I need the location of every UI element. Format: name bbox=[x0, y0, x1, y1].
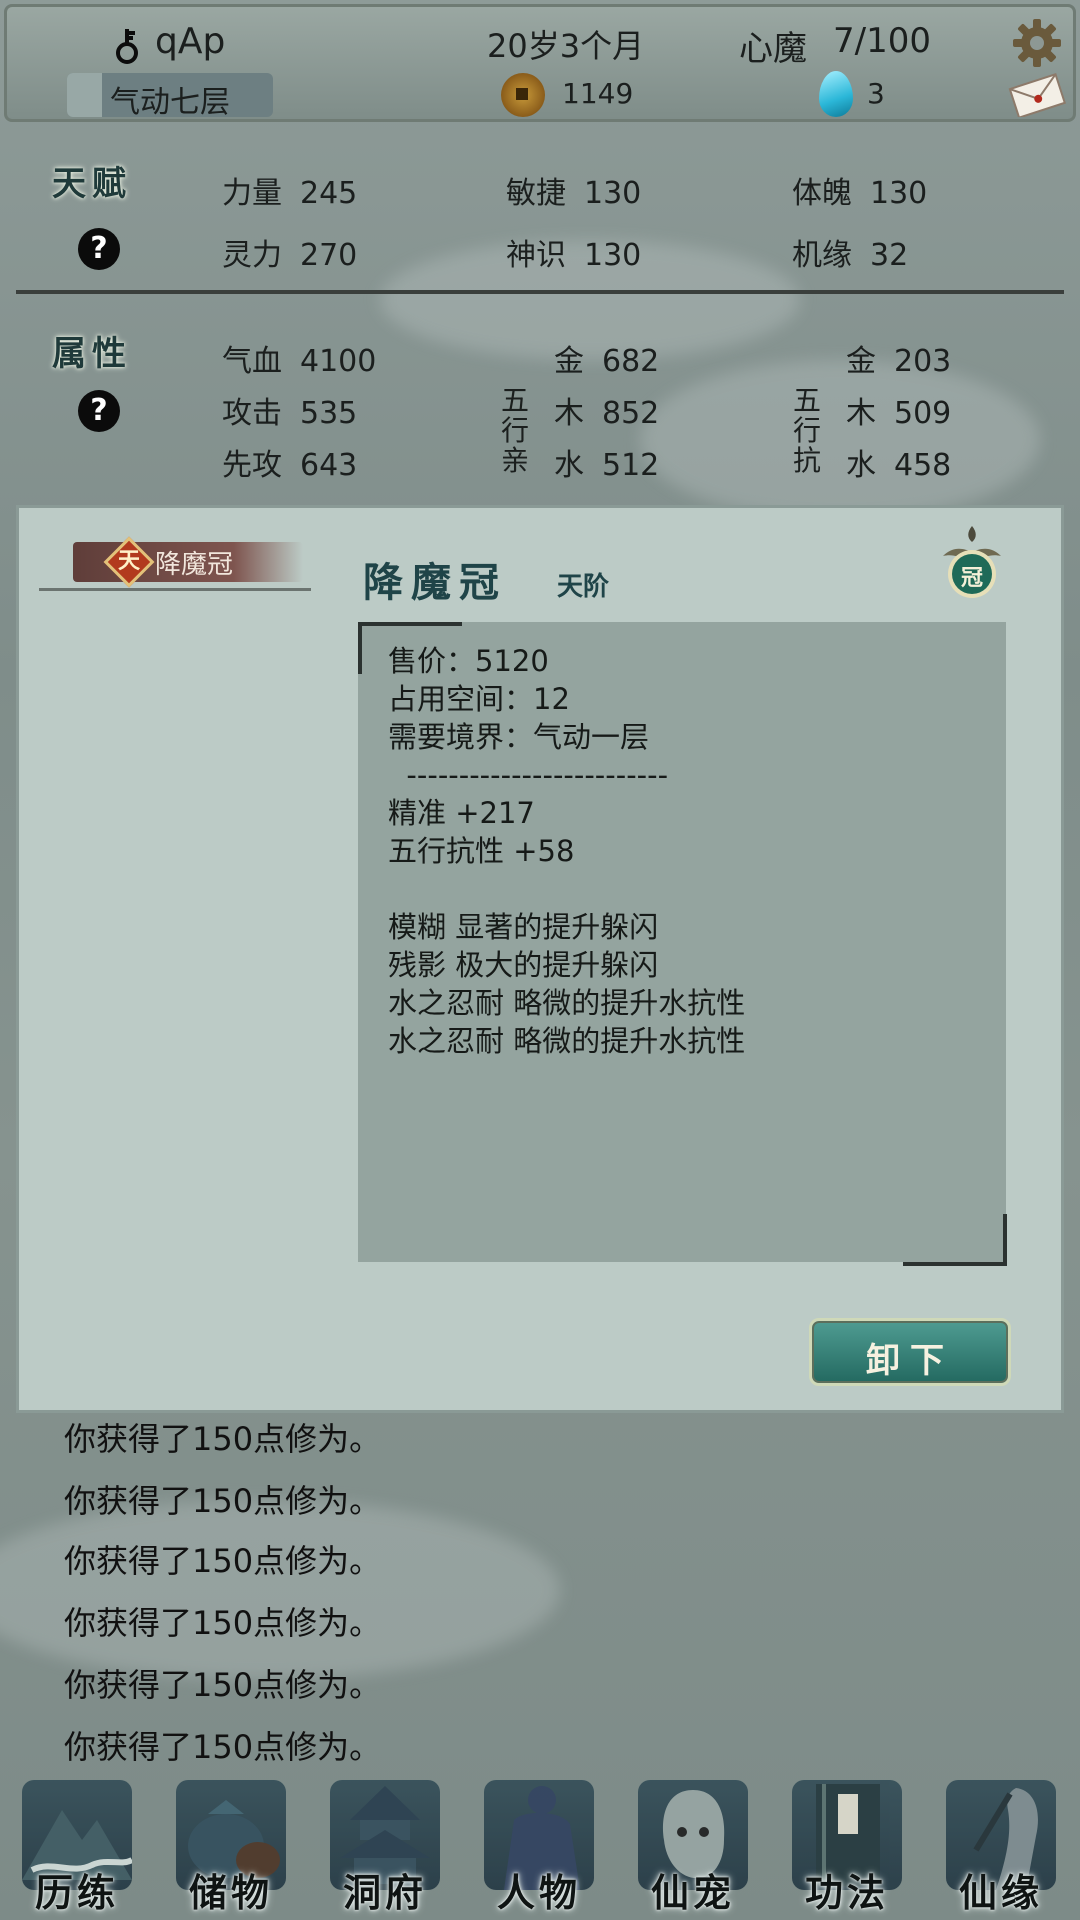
talent-stat: 力量 245 bbox=[222, 176, 358, 211]
nav-character[interactable]: 人物 bbox=[464, 1766, 614, 1920]
item-title: 降魔冠 bbox=[363, 559, 507, 606]
nav-label: 仙宠 bbox=[650, 1870, 735, 1915]
realm-progress-bar: 气动七层 bbox=[67, 73, 273, 117]
talent-stat: 敏捷 130 bbox=[506, 176, 642, 211]
section-divider bbox=[16, 290, 1064, 294]
player-name[interactable]: qAp bbox=[155, 21, 225, 62]
status-bar: qAp 气动七层 20岁3个月 1149 心魔 7/100 3 bbox=[4, 4, 1076, 122]
resist-stat: 水 458 bbox=[846, 448, 952, 483]
nav-label: 人物 bbox=[496, 1870, 581, 1915]
nav-label: 仙缘 bbox=[958, 1870, 1043, 1915]
talent-stat: 机缘 32 bbox=[792, 238, 909, 273]
description-line: 售价：5120 bbox=[388, 644, 549, 678]
heart-demon-label: 心魔 bbox=[739, 29, 807, 69]
description-line: 残影 极大的提升躲闪 bbox=[388, 948, 659, 982]
realm-label: 气动七层 bbox=[110, 85, 230, 117]
mist-decoration bbox=[640, 360, 1040, 520]
description-separator: ------------------------- bbox=[388, 758, 669, 792]
attribute-stat: 先攻 643 bbox=[222, 448, 358, 483]
item-grade: 天阶 bbox=[557, 572, 610, 602]
log-line: 你获得了150点修为。 bbox=[64, 1542, 382, 1580]
key-icon bbox=[116, 29, 138, 64]
nav-label: 历练 bbox=[34, 1870, 119, 1915]
age-label: 20岁3个月 bbox=[487, 27, 645, 65]
log-line: 你获得了150点修为。 bbox=[64, 1482, 382, 1520]
elemental-resist-label: 五行抗 bbox=[792, 384, 821, 477]
talent-stat: 灵力 270 bbox=[222, 238, 358, 273]
resist-stat: 木 509 bbox=[846, 396, 952, 431]
talent-stat: 体魄 130 bbox=[792, 176, 928, 211]
nav-cave-abode[interactable]: 洞府 bbox=[310, 1766, 460, 1920]
item-description-box: 售价：5120 占用空间：12 需要境界：气动一层 --------------… bbox=[358, 622, 1006, 1262]
slot-char: 冠 bbox=[960, 566, 983, 591]
log-line: 你获得了150点修为。 bbox=[64, 1666, 382, 1704]
log-line: 你获得了150点修为。 bbox=[64, 1604, 382, 1642]
attribute-stat: 气血 4100 bbox=[222, 344, 377, 379]
description-line: 水之忍耐 略微的提升水抗性 bbox=[388, 986, 746, 1020]
attributes-help-icon[interactable]: ? bbox=[78, 390, 120, 432]
talent-help-icon[interactable]: ? bbox=[78, 228, 120, 270]
description-blank-line bbox=[388, 870, 1006, 908]
coin-count: 1149 bbox=[562, 77, 634, 110]
tier-badge-char: 天 bbox=[117, 549, 140, 574]
heart-demon-value: 7/100 bbox=[833, 21, 931, 61]
talent-title: 天赋 bbox=[52, 164, 132, 204]
description-line: 水之忍耐 略微的提升水抗性 bbox=[388, 1024, 746, 1058]
attribute-stat: 攻击 535 bbox=[222, 396, 358, 431]
affinity-stat: 木 852 bbox=[554, 396, 660, 431]
affinity-stat: 水 512 bbox=[554, 448, 660, 483]
talent-stat: 神识 130 bbox=[506, 238, 642, 273]
unequip-button[interactable]: 卸下 bbox=[809, 1318, 1011, 1386]
description-line: 占用空间：12 bbox=[388, 682, 570, 716]
item-tab-label: 降魔冠 bbox=[155, 550, 234, 580]
coin-icon bbox=[501, 73, 545, 117]
nav-destiny[interactable]: 仙缘 bbox=[926, 1766, 1076, 1920]
attributes-title: 属性 bbox=[52, 334, 132, 374]
nav-label: 功法 bbox=[804, 1870, 889, 1915]
frame-corner bbox=[358, 622, 462, 674]
frame-corner bbox=[903, 1214, 1007, 1266]
description-line: 需要境界：气动一层 bbox=[388, 720, 650, 754]
elemental-affinity-label: 五行亲 bbox=[500, 384, 529, 477]
nav-spirit-pet[interactable]: 仙宠 bbox=[618, 1766, 768, 1920]
nav-label: 洞府 bbox=[342, 1870, 427, 1915]
helmet-slot-icon: 冠 bbox=[937, 522, 1007, 602]
mail-icon[interactable] bbox=[1007, 73, 1067, 117]
log-line: 你获得了150点修为。 bbox=[64, 1420, 382, 1458]
bottom-nav: 历练 储物 洞府 人物 仙宠 功法 仙缘 bbox=[0, 1766, 1080, 1920]
spirit-gem-count: 3 bbox=[867, 77, 885, 110]
item-detail-popup: 天 降魔冠 降魔冠 天阶 冠 售价：5120 占用空间：12 需要境界：气动一层… bbox=[16, 505, 1064, 1413]
resist-stat: 金 203 bbox=[846, 344, 952, 379]
nav-storage[interactable]: 储物 bbox=[156, 1766, 306, 1920]
unequip-button-label: 卸下 bbox=[866, 1341, 954, 1381]
log-line: 你获得了150点修为。 bbox=[64, 1728, 382, 1766]
nav-training[interactable]: 历练 bbox=[2, 1766, 152, 1920]
tab-underline bbox=[39, 588, 311, 591]
spirit-gem-icon bbox=[819, 71, 853, 117]
description-line: 五行抗性 +58 bbox=[388, 834, 575, 868]
description-line: 精准 +217 bbox=[388, 796, 535, 830]
nav-label: 储物 bbox=[188, 1870, 273, 1915]
affinity-stat: 金 682 bbox=[554, 344, 660, 379]
item-tab[interactable]: 天 降魔冠 bbox=[55, 536, 303, 588]
gear-icon[interactable] bbox=[1011, 17, 1063, 69]
nav-techniques[interactable]: 功法 bbox=[772, 1766, 922, 1920]
description-line: 模糊 显著的提升躲闪 bbox=[388, 910, 659, 944]
